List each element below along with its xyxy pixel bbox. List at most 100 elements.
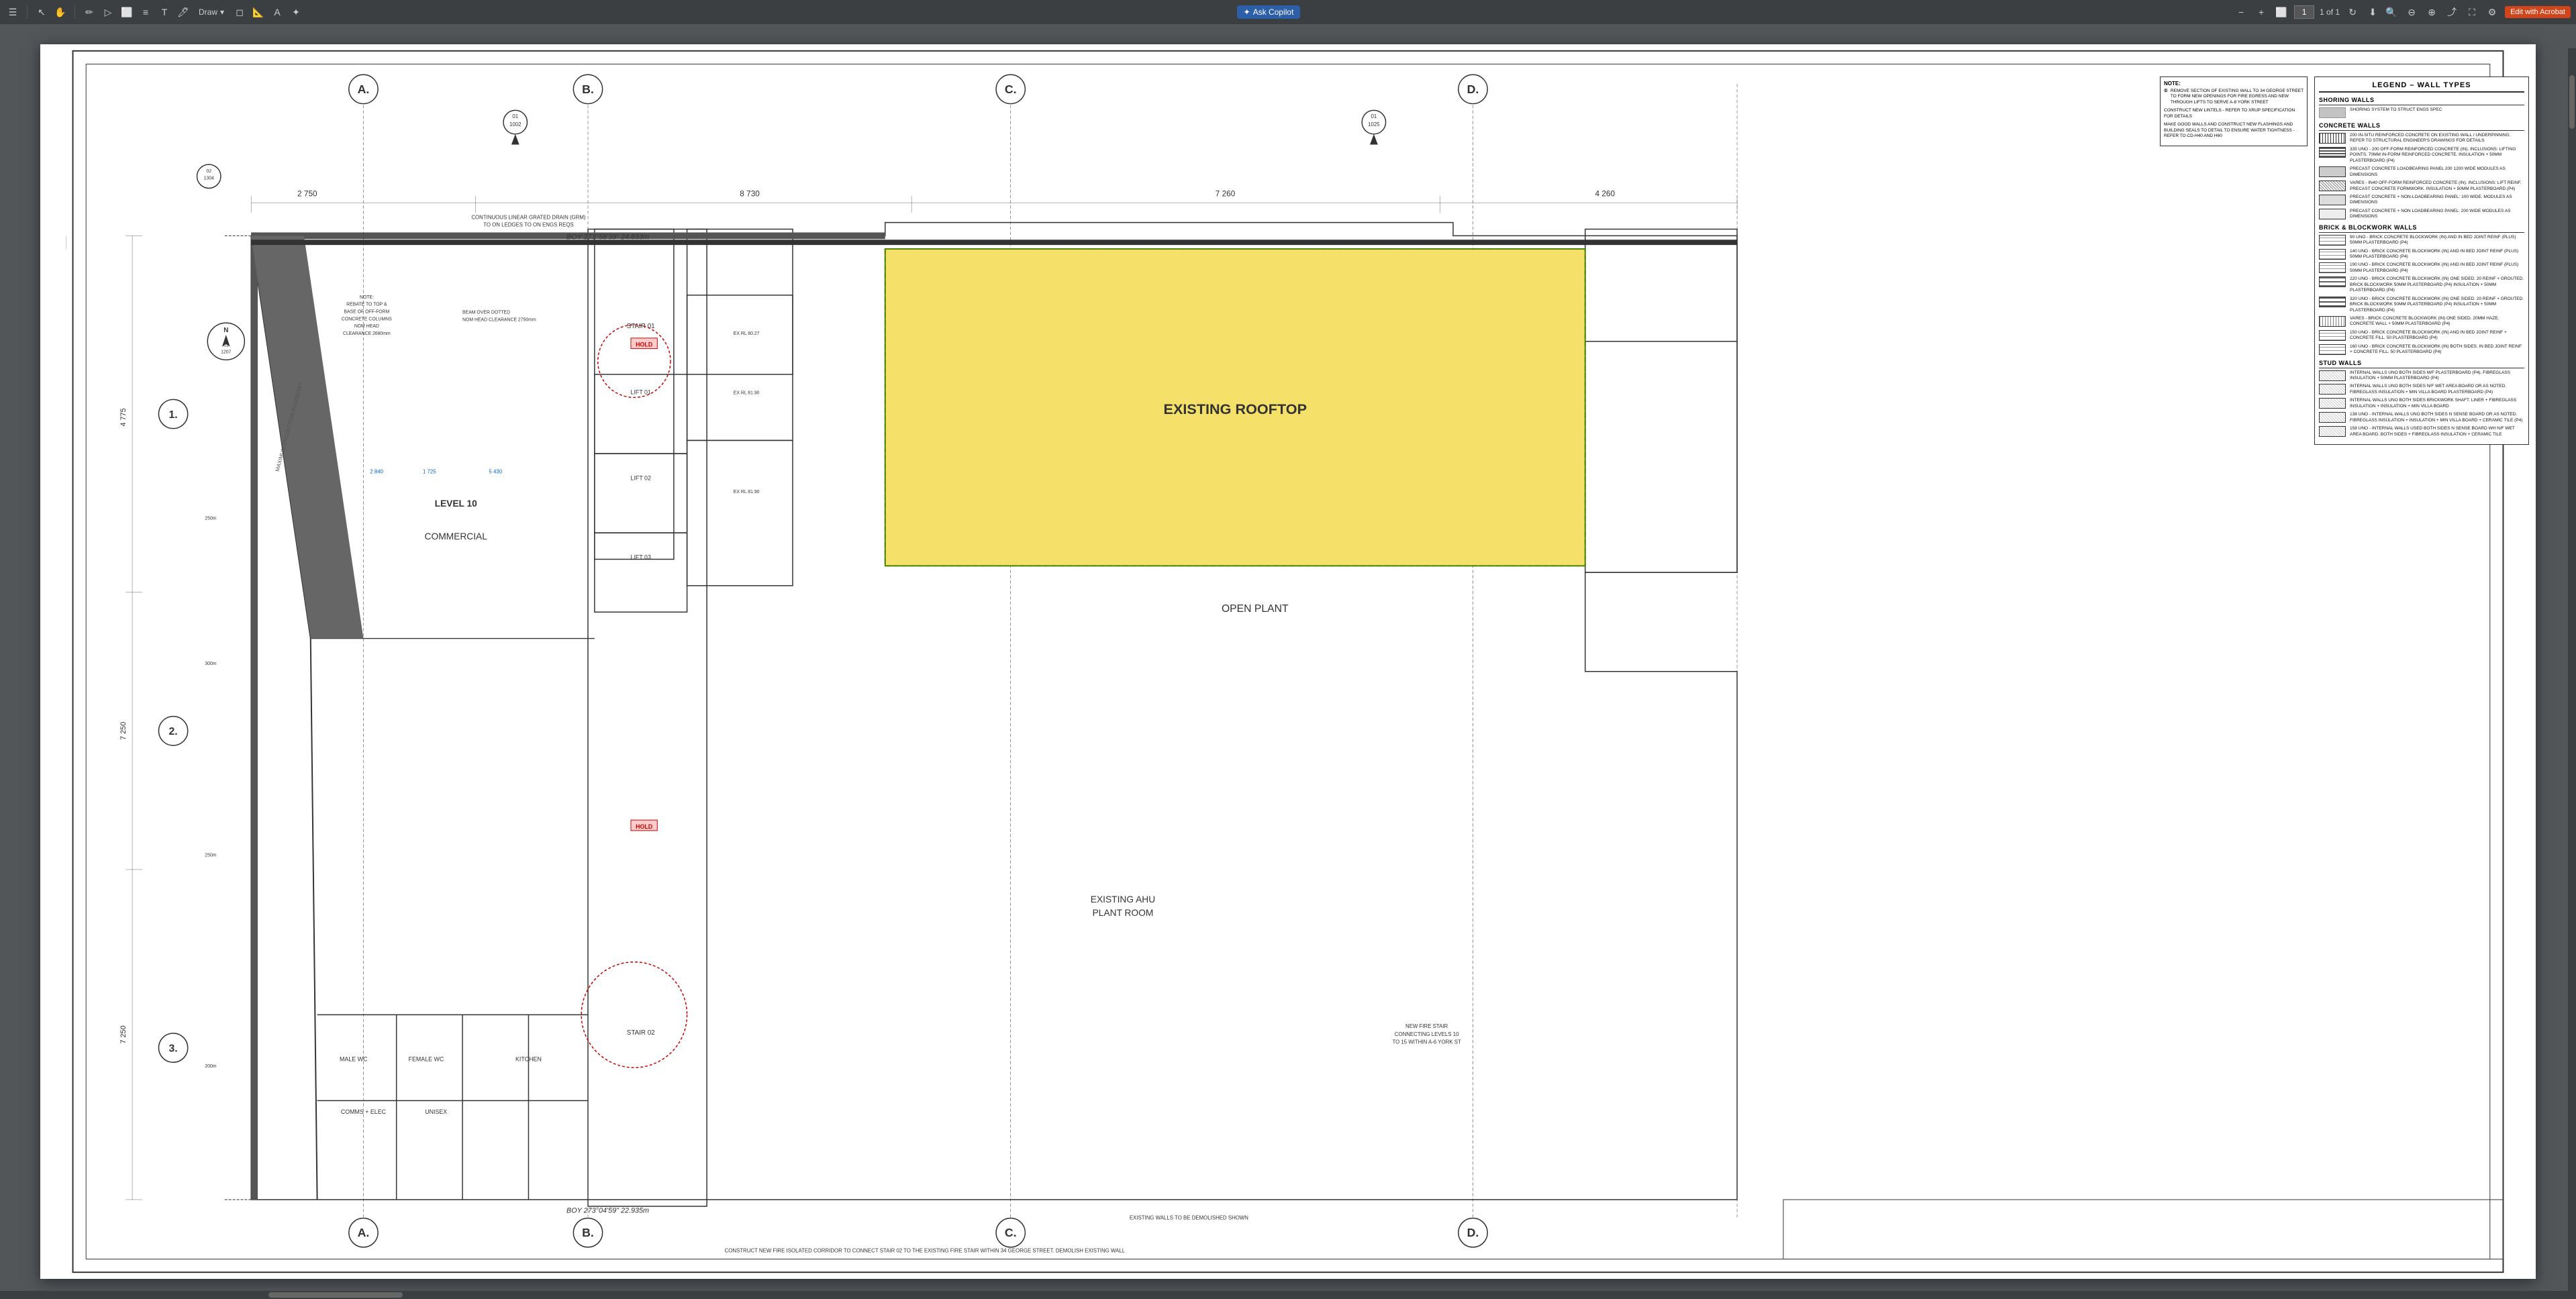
download-icon[interactable]: ⬇ [2365,5,2380,19]
copilot-button[interactable]: ✦ Ask Copilot [1237,5,1301,19]
vertical-scrollbar[interactable] [2568,48,2576,1299]
horizontal-scrollbar-thumb[interactable] [268,1292,403,1298]
legend-item-bw-2: 140 UNO - BRICK CONCRETE BLOCKWORK (IN) … [2319,249,2524,260]
legend-item-sw-5: 158 UNO - INTERNAL WALLS USED BOTH SIDES… [2319,426,2524,437]
legend-swatch-cw-2 [2319,147,2346,158]
svg-text:250m: 250m [205,853,216,858]
pen-icon[interactable]: 🖊 [176,5,191,19]
ruler-icon[interactable]: 📐 [251,5,266,19]
svg-text:NOTE:: NOTE: [360,295,374,300]
legend-swatch-cw-3 [2319,166,2346,177]
hamburger-menu-icon[interactable]: ☰ [5,5,20,19]
svg-text:REBATE TO TOP &: REBATE TO TOP & [346,303,387,307]
svg-text:C.: C. [1005,1226,1017,1239]
svg-text:300m: 300m [205,662,216,666]
svg-text:STAIR 02: STAIR 02 [627,1029,655,1037]
svg-text:5 430: 5 430 [489,469,502,475]
legend-item-cw-2: 335 UNO - 200 OFF-FORM REINFORCED CONCRE… [2319,147,2524,164]
search-icon[interactable]: 🔍 [2384,5,2399,19]
zoom-out-icon[interactable]: − [2234,5,2248,19]
svg-text:BOY 273°04'59" 22.935m: BOY 273°04'59" 22.935m [566,1207,649,1215]
svg-text:MALE WC: MALE WC [340,1055,368,1062]
horizontal-scrollbar[interactable] [0,1291,2568,1299]
svg-text:COMMERCIAL: COMMERCIAL [425,531,488,541]
expand-icon[interactable]: ⊕ [2424,5,2439,19]
legend-item-cw-1: 200 IN-SITU REINFORCED CONCRETE ON EXIST… [2319,133,2524,144]
legend-text-bw-7: 150 UNO - BRICK CONCRETE BLOCKWORK (IN) … [2350,330,2524,342]
legend-item-sw-4: 138 UNO - INTERNAL WALLS UNO BOTH SIDES … [2319,412,2524,423]
legend-item-sw-2: INTERNAL WALLS UNO BOTH SIDES N/F WET AR… [2319,384,2524,395]
blueprint-svg: {Array.from({length:70}, (_,i) => ``).jo… [40,44,2536,1279]
page-number-input[interactable] [2294,5,2314,19]
svg-text:2.: 2. [169,726,178,737]
share-icon[interactable]: ⤴ [2444,5,2459,19]
edit-acrobat-label: Edit with Acrobat [2510,8,2565,16]
svg-text:7 260: 7 260 [1216,189,1236,198]
svg-text:1 725: 1 725 [423,469,436,475]
toolbar-center: ✦ Ask Copilot [307,5,2230,19]
text-tool-icon[interactable]: T [157,5,172,19]
fit-page-icon[interactable]: ⬜ [2274,5,2289,19]
draw-label: Draw [199,7,217,17]
svg-text:B.: B. [582,1226,594,1239]
svg-text:A.: A. [358,1226,370,1239]
copilot-label: Ask Copilot [1253,7,1294,17]
svg-text:STAIR 01: STAIR 01 [627,323,655,330]
legend-text-shoring-1: SHORING SYSTEM TO STRUCT ENGS SPEC [2350,107,2524,113]
view-icon[interactable]: ⬜ [119,5,134,19]
legend-swatch-cw-5 [2319,195,2346,205]
legend-text-bw-2: 140 UNO - BRICK CONCRETE BLOCKWORK (IN) … [2350,249,2524,260]
highlight-tool-icon[interactable]: ▷ [101,5,115,19]
svg-text:4 775: 4 775 [119,408,128,426]
hand-tool-icon[interactable]: ✋ [53,5,68,19]
svg-text:EX RL 81.90: EX RL 81.90 [734,490,760,495]
legend-swatch-bw-5 [2319,297,2346,307]
svg-text:01: 01 [224,344,229,348]
text2-icon[interactable]: A [270,5,285,19]
svg-text:EXISTING AHU: EXISTING AHU [1091,894,1155,904]
legend-item-bw-6: VARES - BRICK CONCRETE BLOCKWORK (IN) ON… [2319,316,2524,327]
svg-text:250m: 250m [205,516,216,521]
legend-swatch-bw-4 [2319,276,2346,287]
columns-icon[interactable]: ≡ [138,5,153,19]
eraser-icon[interactable]: ◻ [232,5,247,19]
legend-swatch-sw-1 [2319,370,2346,381]
cursor-tool-icon[interactable]: ↖ [34,5,49,19]
legend-text-cw-6: PRECAST CONCRETE + NON LOADBEARING PANEL… [2350,209,2524,220]
note-num-1: ① [2164,89,2168,105]
settings-gear-icon[interactable]: ⚙ [2485,5,2499,19]
vertical-scrollbar-thumb[interactable] [2569,75,2575,129]
note-item-2: CONSTRUCT NEW LINTELS - REFER TO XRUP SP… [2164,108,2303,119]
legend-panel: LEGEND – WALL TYPES SHORING WALLS SHORIN… [2314,76,2529,445]
svg-text:4 260: 4 260 [1595,189,1616,198]
legend-text-sw-5: 158 UNO - INTERNAL WALLS USED BOTH SIDES… [2350,426,2524,437]
svg-text:LIFT 03: LIFT 03 [631,554,651,560]
legend-item-bw-4: 220 UNO - BRICK CONCRETE BLOCKWORK (IN) … [2319,276,2524,293]
legend-text-sw-4: 138 UNO - INTERNAL WALLS UNO BOTH SIDES … [2350,412,2524,423]
svg-text:1207: 1207 [221,350,231,354]
svg-text:1304: 1304 [204,176,214,181]
copilot-star-icon: ✦ [1244,7,1250,17]
legend-swatch-cw-4 [2319,180,2346,191]
svg-text:B.: B. [582,83,594,96]
legend-item-cw-6: PRECAST CONCRETE + NON LOADBEARING PANEL… [2319,209,2524,220]
legend-item-bw-7: 150 UNO - BRICK CONCRETE BLOCKWORK (IN) … [2319,330,2524,342]
legend-item-shoring-1: SHORING SYSTEM TO STRUCT ENGS SPEC [2319,107,2524,118]
stamp-icon[interactable]: ✦ [289,5,303,19]
legend-swatch-bw-7 [2319,330,2346,341]
edit-with-acrobat-button[interactable]: Edit with Acrobat [2505,6,2571,18]
svg-text:7 250: 7 250 [119,722,128,740]
zoom-in-icon[interactable]: + [2254,5,2269,19]
svg-text:01: 01 [1371,113,1377,119]
svg-text:UNISEX: UNISEX [425,1108,447,1115]
edit-tool-icon[interactable]: ✏ [82,5,97,19]
svg-text:BEAM OVER DOTTED: BEAM OVER DOTTED [462,310,510,315]
legend-text-bw-1: 90 UNO - BRICK CONCRETE BLOCKWORK (IN) A… [2350,235,2524,246]
rotate-icon[interactable]: ↻ [2345,5,2360,19]
shrink-icon[interactable]: ⊖ [2404,5,2419,19]
svg-text:N: N [224,327,228,334]
svg-text:FEMALE WC: FEMALE WC [409,1055,444,1062]
svg-text:BASE OF OFF-FORM: BASE OF OFF-FORM [344,309,389,314]
fullscreen-icon[interactable]: ⛶ [2465,5,2479,19]
draw-button[interactable]: Draw ▾ [195,6,228,18]
